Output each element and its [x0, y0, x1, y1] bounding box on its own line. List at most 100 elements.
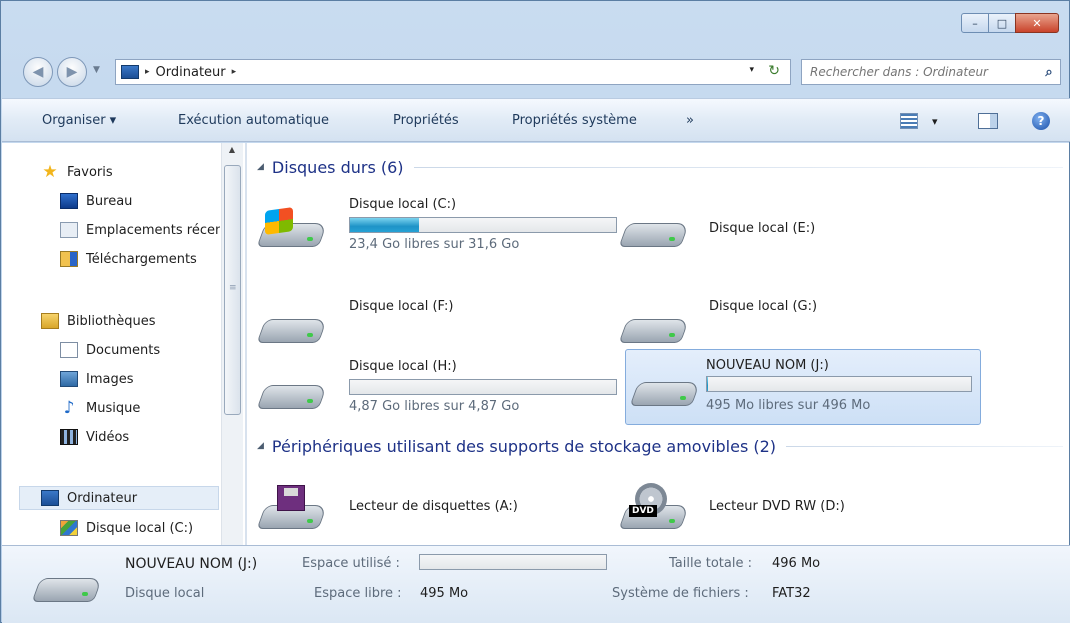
nav-label: Favoris [67, 164, 113, 180]
group-divider [413, 166, 1063, 168]
breadcrumb-computer[interactable]: Ordinateur [156, 65, 226, 80]
hard-drive-icon [256, 309, 331, 349]
help-button[interactable]: ? [1032, 112, 1050, 130]
drive-free-space: 495 Mo libres sur 496 Mo [706, 398, 871, 413]
more-commands-button[interactable]: » [686, 113, 694, 128]
preview-pane-icon [978, 113, 998, 129]
nav-label: Ordinateur [67, 490, 138, 506]
nav-label: Musique [86, 400, 141, 416]
caption-buttons: – □ ✕ [961, 13, 1059, 33]
close-button[interactable]: ✕ [1015, 13, 1059, 33]
nav-label: Documents [86, 342, 161, 358]
scroll-up-arrow-icon[interactable]: ▲ [222, 145, 242, 161]
drive-free-space: 4,87 Go libres sur 4,87 Go [349, 399, 520, 414]
scroll-thumb[interactable]: ≡ [224, 165, 241, 415]
nav-item-documents[interactable]: Documents [60, 339, 160, 361]
group-divider [786, 445, 1063, 447]
search-icon[interactable]: ⌕ [1038, 65, 1060, 80]
minimize-button[interactable]: – [961, 13, 989, 33]
forward-arrow-icon: ▶ [66, 64, 78, 80]
drive-tile-e[interactable]: Disque local (E:) [613, 191, 965, 265]
used-space-label: Espace utilisé : [302, 556, 400, 571]
nav-item-drive-c[interactable]: Disque local (C:) [60, 517, 193, 539]
collapse-triangle-icon[interactable]: ◢ [257, 162, 264, 172]
drive-tile-d[interactable]: DVD Lecteur DVD RW (D:) [613, 473, 965, 547]
usage-bar-fill [350, 218, 420, 232]
computer-icon [121, 65, 139, 79]
breadcrumb-trail-arrow[interactable]: ▸ [232, 67, 237, 77]
usage-bar [706, 376, 972, 392]
drive-tile-c[interactable]: Disque local (C:) 23,4 Go libres sur 31,… [251, 191, 617, 265]
floppy-disk-icon [277, 485, 305, 511]
search-box[interactable]: ⌕ [801, 59, 1061, 85]
nav-label: Téléchargements [86, 251, 197, 267]
star-icon: ★ [42, 162, 58, 182]
dvd-drive-icon: DVD [618, 483, 693, 535]
file-system-label: Système de fichiers : [612, 586, 749, 601]
title-bar: – □ ✕ [1, 1, 1069, 49]
drive-c-icon [60, 520, 78, 536]
back-button[interactable]: ◀ [23, 57, 53, 87]
nav-item-recent-places[interactable]: Emplacements récents [60, 219, 220, 241]
address-history-dropdown[interactable]: ▾ [749, 65, 754, 75]
navigation-bar: ◀ ▶ ▼ ▸ Ordinateur ▸ ▾ ↻ ⌕ [1, 51, 1069, 93]
drive-tile-h[interactable]: Disque local (H:) 4,87 Go libres sur 4,8… [251, 353, 617, 427]
organize-button[interactable]: Organiser ▾ [42, 113, 116, 128]
pictures-icon [60, 371, 78, 387]
nav-item-desktop[interactable]: Bureau [60, 190, 132, 212]
libraries-icon [41, 313, 59, 329]
floppy-drive-icon [256, 485, 331, 535]
drive-name: Lecteur DVD RW (D:) [709, 499, 845, 514]
recent-pages-dropdown[interactable]: ▼ [93, 65, 100, 75]
views-dropdown-icon[interactable]: ▾ [932, 115, 938, 128]
nav-item-libraries[interactable]: Bibliothèques [41, 310, 156, 332]
properties-button[interactable]: Propriétés [393, 113, 459, 128]
navigation-pane: ★ Favoris Bureau Emplacements récents Té… [2, 143, 245, 545]
usage-bar [349, 217, 617, 233]
forward-button[interactable]: ▶ [57, 57, 87, 87]
drive-c-icon [256, 207, 331, 253]
nav-item-pictures[interactable]: Images [60, 368, 134, 390]
grip-icon: ≡ [229, 283, 237, 293]
nav-item-favorites[interactable]: ★ Favoris [41, 161, 113, 183]
address-bar[interactable]: ▸ Ordinateur ▸ ▾ ↻ [115, 59, 791, 85]
drive-free-space: 23,4 Go libres sur 31,6 Go [349, 237, 520, 252]
maximize-button[interactable]: □ [988, 13, 1016, 33]
nav-item-computer[interactable]: Ordinateur [41, 487, 137, 509]
total-size-value: 496 Mo [772, 556, 821, 571]
usage-bar [349, 379, 617, 395]
nav-scrollbar[interactable]: ▲ ≡ [221, 143, 243, 545]
nav-item-videos[interactable]: Vidéos [60, 426, 129, 448]
computer-icon [41, 490, 59, 506]
hard-drive-icon [618, 309, 693, 349]
drive-tile-j[interactable]: NOUVEAU NOM (J:) 495 Mo libres sur 496 M… [625, 349, 981, 425]
details-drive-name: NOUVEAU NOM (J:) [125, 556, 258, 572]
drive-name: Lecteur de disquettes (A:) [349, 499, 518, 514]
usage-bar-fill [707, 377, 708, 391]
refresh-icon[interactable]: ↻ [768, 63, 780, 79]
group-header-hard-disks[interactable]: ◢ Disques durs (6) [257, 155, 1063, 179]
search-input[interactable] [802, 64, 1038, 80]
autoplay-button[interactable]: Exécution automatique [178, 113, 329, 128]
nav-label: Vidéos [86, 429, 130, 445]
command-bar: Organiser ▾ Exécution automatique Propri… [2, 98, 1070, 142]
recent-places-icon [60, 222, 78, 238]
hard-drive-icon [629, 372, 704, 412]
change-view-button[interactable]: ▾ [900, 112, 938, 130]
details-drive-type: Disque local [125, 586, 205, 601]
nav-item-downloads[interactable]: Téléchargements [60, 248, 220, 270]
dvd-badge: DVD [629, 505, 657, 517]
downloads-icon [60, 251, 78, 267]
hard-drive-icon [31, 568, 106, 608]
documents-icon [60, 342, 78, 358]
collapse-triangle-icon[interactable]: ◢ [257, 441, 264, 451]
back-arrow-icon: ◀ [32, 64, 44, 80]
system-properties-button[interactable]: Propriétés système [512, 113, 637, 128]
breadcrumb-separator[interactable]: ▸ [145, 67, 150, 77]
nav-item-music[interactable]: ♪ Musique [60, 397, 141, 419]
group-header-removable[interactable]: ◢ Périphériques utilisant des supports d… [257, 434, 1063, 458]
file-list: ◢ Disques durs (6) Disque local (C:) 23,… [247, 143, 1069, 545]
desktop-icon [60, 193, 78, 209]
drive-tile-a[interactable]: Lecteur de disquettes (A:) [251, 473, 603, 547]
preview-pane-button[interactable] [978, 112, 998, 130]
